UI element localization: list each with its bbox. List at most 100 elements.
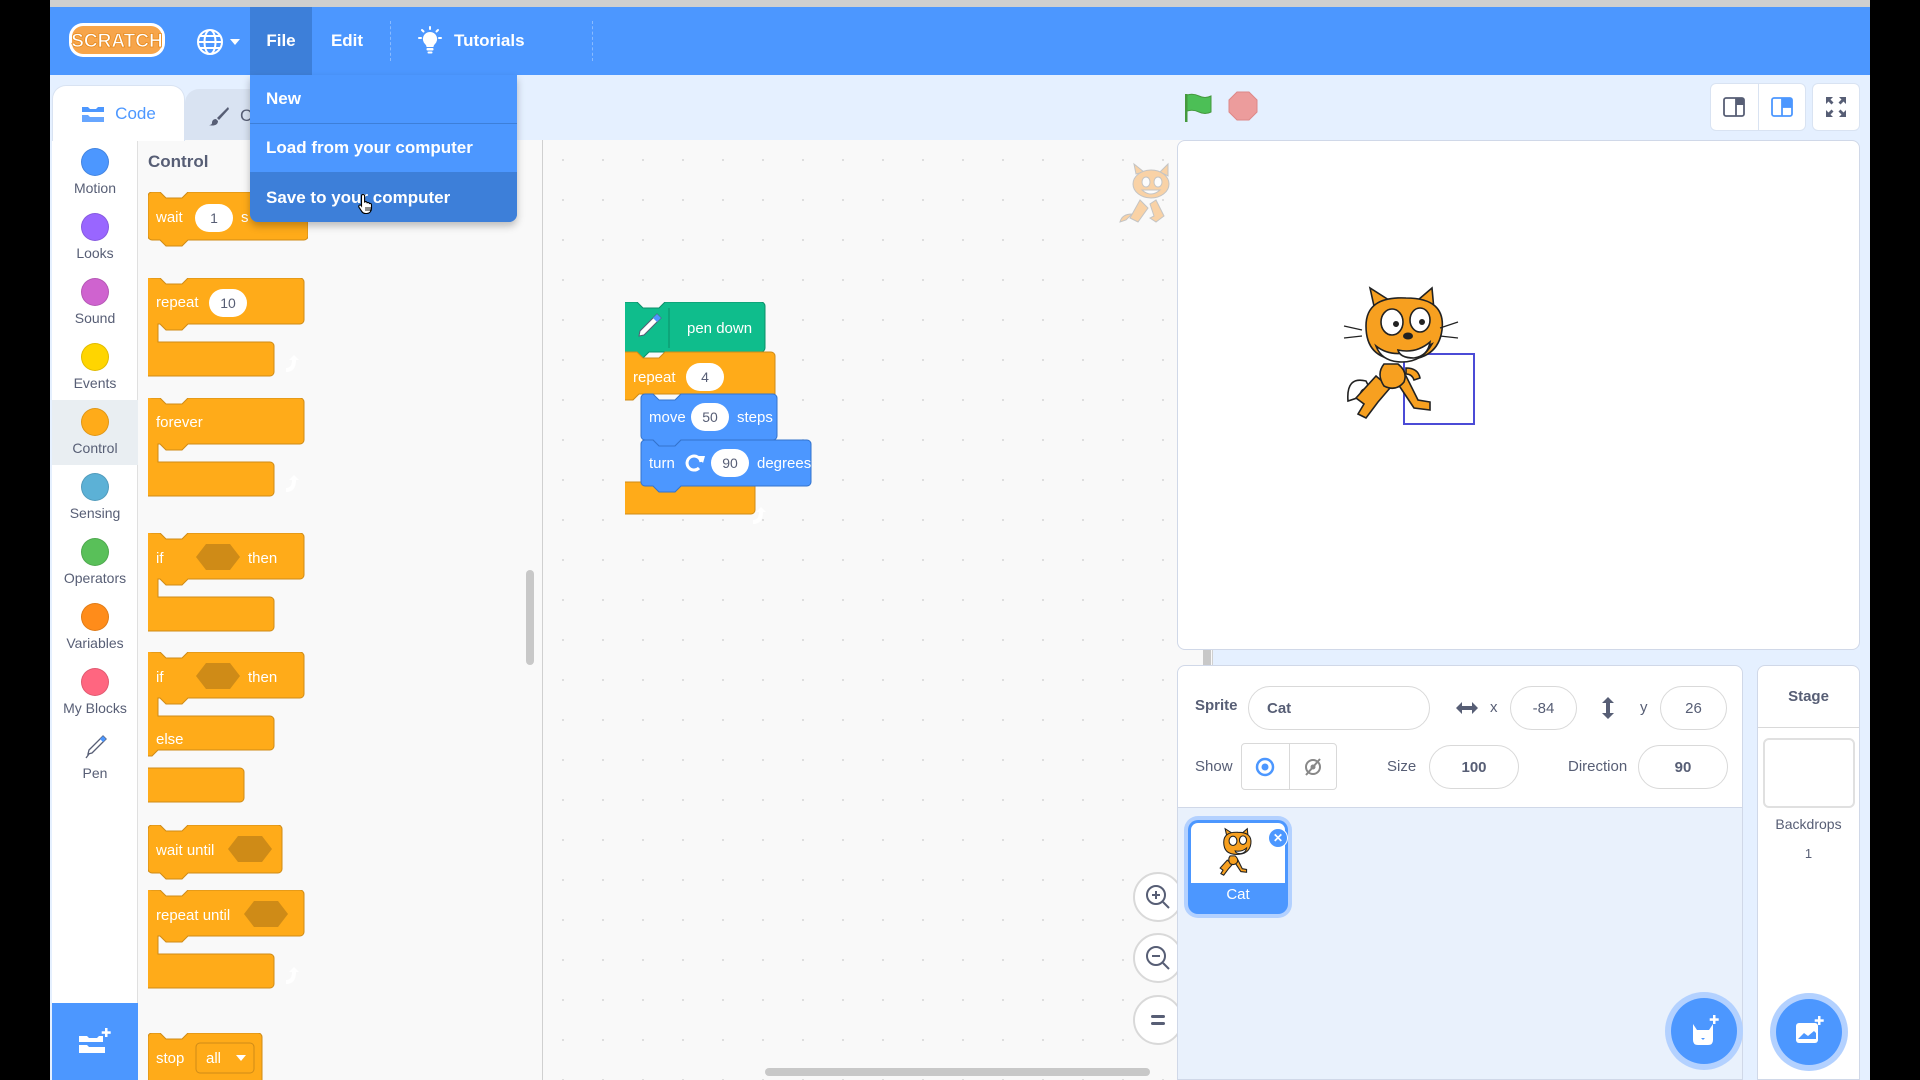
- category-label: Sound: [74, 310, 116, 326]
- svg-text:steps: steps: [737, 409, 773, 426]
- sprite-name-input[interactable]: Cat: [1248, 686, 1430, 730]
- palette-scrollbar[interactable]: [526, 570, 534, 665]
- block-pen-down: pen down: [625, 302, 766, 359]
- block-stop[interactable]: stop all: [148, 1033, 268, 1080]
- category-dot-icon: [81, 213, 109, 241]
- show-label: Show: [1195, 758, 1233, 775]
- svg-text:repeat: repeat: [633, 369, 676, 386]
- zoom-in-button[interactable]: [1133, 872, 1183, 922]
- category-label: Sensing: [69, 505, 121, 521]
- paintbrush-icon: [209, 106, 229, 126]
- block-wait-until[interactable]: wait until: [148, 825, 288, 885]
- delete-sprite-button[interactable]: ✕: [1268, 828, 1288, 848]
- user-script[interactable]: pen down repeat 4 move 50 steps turn 90 …: [625, 302, 845, 542]
- size-input[interactable]: 100: [1429, 745, 1519, 789]
- language-menu[interactable]: [195, 27, 247, 57]
- menu-item-save[interactable]: Save to your computer: [250, 173, 517, 222]
- stage-target-pane[interactable]: Stage Backdrops 1: [1757, 665, 1860, 1080]
- large-stage-button[interactable]: [1759, 84, 1806, 130]
- file-menu[interactable]: File: [250, 7, 312, 75]
- sprite-info-panel: Sprite Cat x -84 y 26 Show Size 100 Dire…: [1177, 665, 1743, 808]
- svg-text:4: 4: [701, 369, 709, 385]
- sprite-name-label: Sprite: [1195, 697, 1238, 714]
- y-value: 26: [1685, 699, 1702, 717]
- menu-item-new[interactable]: New: [250, 75, 517, 124]
- block-if-else[interactable]: if then else: [148, 652, 308, 822]
- script-area[interactable]: pen down repeat 4 move 50 steps turn 90 …: [543, 140, 1213, 1080]
- direction-label: Direction: [1568, 758, 1628, 775]
- caret-down-icon: [230, 39, 240, 45]
- zoom-out-icon: [1146, 946, 1170, 970]
- small-stage-button[interactable]: [1711, 84, 1759, 130]
- stage-size-toggle: [1710, 83, 1806, 131]
- category-looks[interactable]: Looks: [52, 205, 138, 270]
- menu-item-label: Load from your computer: [266, 138, 473, 157]
- tab-code[interactable]: Code: [52, 85, 185, 141]
- choose-sprite-button[interactable]: [1671, 998, 1737, 1064]
- scratch-logo[interactable]: SCRATCH: [68, 20, 166, 60]
- category-my-blocks[interactable]: My Blocks: [52, 660, 138, 725]
- cat-sprite[interactable]: [1336, 286, 1476, 426]
- category-pen[interactable]: Pen: [52, 725, 138, 790]
- category-control[interactable]: Control: [52, 400, 138, 465]
- edit-menu-label: Edit: [330, 31, 364, 50]
- script-horizontal-scrollbar[interactable]: [765, 1068, 1150, 1076]
- loop-arrow-icon: [286, 475, 299, 492]
- svg-text:1: 1: [210, 210, 218, 226]
- svg-text:if: if: [156, 669, 164, 686]
- tutorials-label: Tutorials: [454, 31, 525, 50]
- category-label: Pen: [82, 765, 108, 781]
- svg-text:forever: forever: [156, 414, 203, 431]
- sprite-tile-cat[interactable]: Cat ✕: [1188, 820, 1288, 914]
- stop-button[interactable]: [1228, 91, 1258, 121]
- add-extension-button[interactable]: [52, 1003, 138, 1080]
- block-if-then[interactable]: if then: [148, 533, 308, 643]
- svg-text:degrees: degrees: [757, 455, 811, 472]
- zoom-out-button[interactable]: [1133, 933, 1183, 983]
- svg-text:move: move: [649, 409, 686, 426]
- eye-hidden-icon: [1304, 757, 1321, 776]
- category-label: Operators: [63, 570, 127, 586]
- zoom-in-icon: [1146, 885, 1170, 909]
- category-dot-icon: [81, 538, 109, 566]
- stage-canvas[interactable]: [1177, 140, 1860, 650]
- svg-text:wait until: wait until: [155, 842, 214, 859]
- x-position-input[interactable]: -84: [1510, 686, 1577, 730]
- add-backdrop-icon: [1796, 1016, 1824, 1043]
- category-variables[interactable]: Variables: [52, 595, 138, 660]
- block-repeat[interactable]: repeat 10: [148, 278, 308, 388]
- menu-item-load[interactable]: Load from your computer: [250, 124, 517, 173]
- svg-text:if: if: [156, 550, 164, 567]
- svg-text:10: 10: [220, 295, 236, 311]
- svg-text:stop: stop: [156, 1050, 184, 1067]
- size-value: 100: [1461, 758, 1487, 776]
- y-position-input[interactable]: 26: [1660, 686, 1727, 730]
- svg-text:50: 50: [702, 409, 718, 425]
- category-motion[interactable]: Motion: [52, 140, 138, 205]
- block-repeat-until[interactable]: repeat until: [148, 890, 308, 1000]
- hide-sprite-button[interactable]: [1290, 744, 1337, 789]
- cat-thumbnail-icon: [1219, 827, 1252, 876]
- block-move-steps: move 50 steps: [640, 393, 778, 447]
- block-forever[interactable]: forever: [148, 398, 308, 503]
- category-operators[interactable]: Operators: [52, 530, 138, 595]
- current-sprite-indicator-icon: [1119, 162, 1170, 223]
- category-sound[interactable]: Sound: [52, 270, 138, 335]
- category-label: My Blocks: [63, 700, 127, 716]
- editor-tabs: Code C: [50, 75, 1213, 141]
- tutorials-button[interactable]: Tutorials: [400, 7, 541, 75]
- choose-backdrop-button[interactable]: [1776, 999, 1842, 1065]
- fullscreen-button[interactable]: [1812, 83, 1860, 131]
- add-sprite-cat-icon: [1693, 1015, 1719, 1045]
- category-sensing[interactable]: Sensing: [52, 465, 138, 530]
- svg-text:repeat until: repeat until: [156, 907, 230, 924]
- show-sprite-button[interactable]: [1242, 744, 1290, 789]
- green-flag-button[interactable]: [1183, 92, 1213, 124]
- direction-input[interactable]: 90: [1638, 745, 1728, 789]
- menu-divider: [592, 21, 593, 61]
- category-events[interactable]: Events: [52, 335, 138, 400]
- edit-menu[interactable]: Edit: [312, 7, 382, 75]
- sprite-tile-name: Cat: [1226, 886, 1250, 903]
- svg-text:SCRATCH: SCRATCH: [71, 31, 162, 52]
- zoom-reset-button[interactable]: [1133, 995, 1183, 1045]
